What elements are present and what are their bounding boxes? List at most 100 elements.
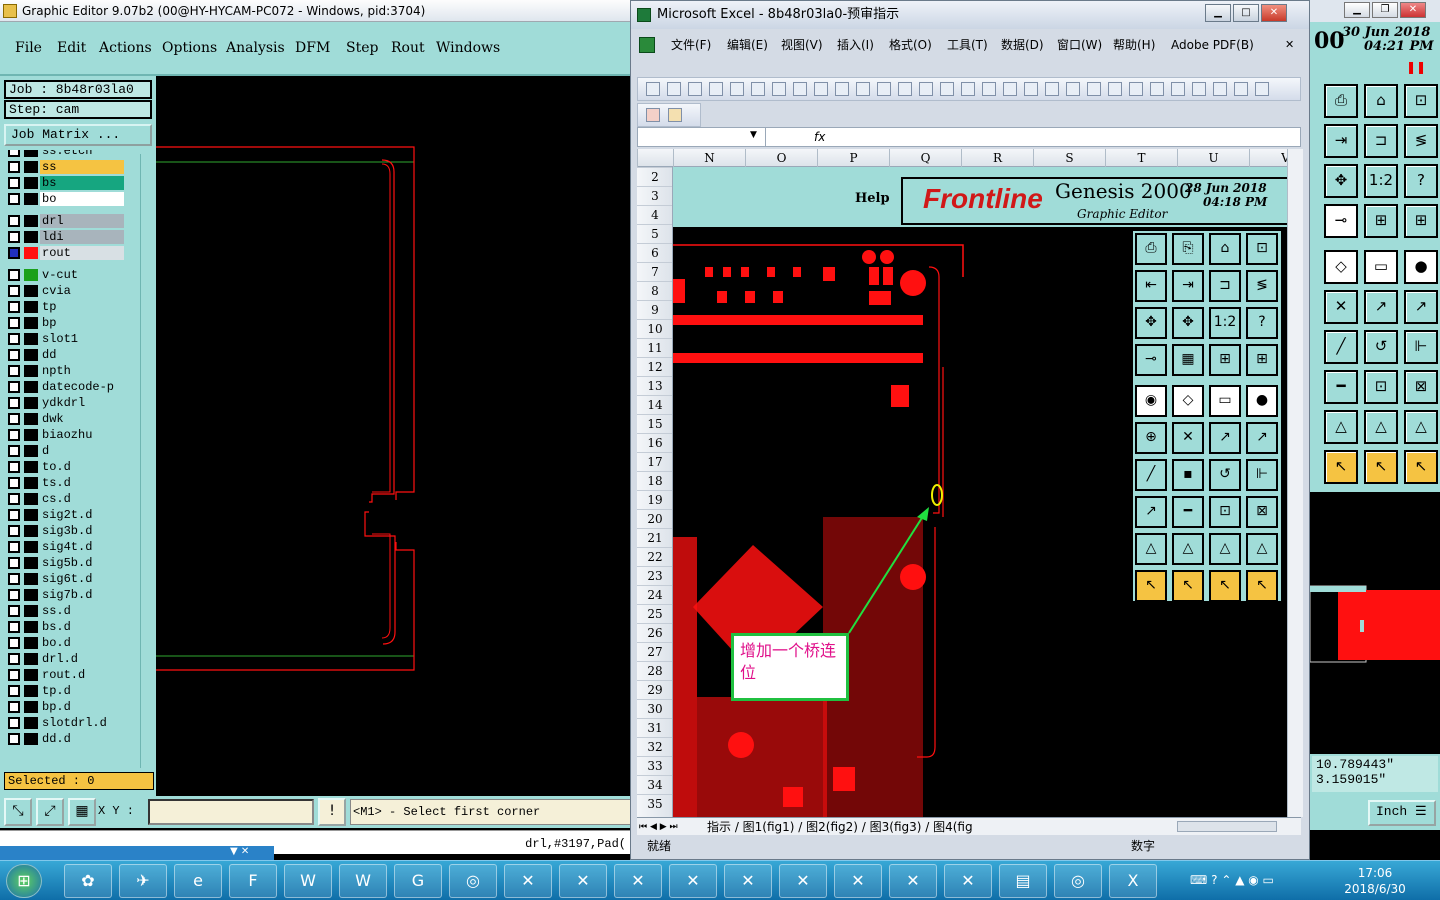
taskbar-app-button[interactable]: ✕ bbox=[669, 864, 717, 898]
layer-checkbox[interactable] bbox=[8, 685, 20, 697]
layer-checkbox[interactable] bbox=[8, 177, 20, 189]
tool-button[interactable]: ╱ bbox=[1324, 330, 1358, 364]
tool-button[interactable]: ↗ bbox=[1364, 290, 1398, 324]
layer-checkbox[interactable] bbox=[8, 669, 20, 681]
menu-insert-cn[interactable]: 插入(I) bbox=[837, 31, 874, 59]
toolbar-icon[interactable] bbox=[835, 82, 849, 96]
row-header[interactable]: 21 bbox=[637, 528, 672, 547]
layer-checkbox[interactable] bbox=[8, 701, 20, 713]
horizontal-scrollbar[interactable] bbox=[1177, 821, 1277, 832]
taskbar-app-button[interactable]: ✕ bbox=[834, 864, 882, 898]
layer-row[interactable]: ldi bbox=[4, 230, 124, 244]
excel-close-icon[interactable]: ✕ bbox=[1261, 4, 1287, 22]
layer-row[interactable]: sig6t.d bbox=[4, 572, 124, 586]
genesis-canvas[interactable] bbox=[156, 80, 630, 794]
toolbar-icon[interactable] bbox=[961, 82, 975, 96]
layer-checkbox[interactable] bbox=[8, 461, 20, 473]
layer-row[interactable]: dd.d bbox=[4, 732, 124, 746]
alert-button[interactable]: ! bbox=[318, 798, 346, 826]
floating-panel-strip[interactable]: ▼ ✕ bbox=[0, 846, 274, 860]
toolbar-icon[interactable] bbox=[1171, 82, 1185, 96]
toolbar-icon[interactable] bbox=[1003, 82, 1017, 96]
row-header[interactable]: 30 bbox=[637, 699, 672, 718]
toolbar-icon[interactable] bbox=[877, 82, 891, 96]
layer-checkbox[interactable] bbox=[8, 193, 20, 205]
tool-button[interactable]: ✕ bbox=[1324, 290, 1358, 324]
layer-checkbox[interactable] bbox=[8, 477, 20, 489]
toolbar-icon[interactable] bbox=[1129, 82, 1143, 96]
layer-checkbox[interactable] bbox=[8, 733, 20, 745]
tool-button[interactable]: △ bbox=[1404, 410, 1438, 444]
layer-checkbox[interactable] bbox=[8, 381, 20, 393]
taskbar-app-button[interactable]: e bbox=[174, 864, 222, 898]
tool-button[interactable]: ? bbox=[1404, 164, 1438, 198]
menu-edit-cn[interactable]: 编辑(E) bbox=[727, 31, 768, 59]
row-header[interactable]: 23 bbox=[637, 566, 672, 585]
menu-adobe-pdf[interactable]: Adobe PDF(B) bbox=[1171, 31, 1254, 59]
layer-row[interactable]: v-cut bbox=[4, 268, 124, 282]
fx-icon[interactable]: fx bbox=[814, 128, 825, 146]
tool-button[interactable]: ⊩ bbox=[1404, 330, 1438, 364]
taskbar-app-button[interactable]: ✕ bbox=[724, 864, 772, 898]
row-header[interactable]: 28 bbox=[637, 661, 672, 680]
column-header[interactable]: N bbox=[673, 149, 745, 167]
zoom-area-button[interactable]: ⤡ bbox=[4, 798, 32, 826]
toolbar-icon[interactable] bbox=[856, 82, 870, 96]
toolbar-icon[interactable] bbox=[940, 82, 954, 96]
column-header[interactable]: U bbox=[1177, 149, 1249, 167]
toolbar-icon[interactable] bbox=[1234, 82, 1248, 96]
units-selector[interactable]: Inch ☰ bbox=[1368, 800, 1436, 826]
toolbar-icon[interactable] bbox=[646, 82, 660, 96]
toolbar-icon[interactable] bbox=[1192, 82, 1206, 96]
layer-row[interactable]: bp bbox=[4, 316, 124, 330]
taskbar-app-button[interactable]: G bbox=[394, 864, 442, 898]
layer-row[interactable]: tp bbox=[4, 300, 124, 314]
layer-row[interactable]: rout.d bbox=[4, 668, 124, 682]
column-header[interactable]: S bbox=[1033, 149, 1105, 167]
layer-row[interactable]: ss.etch bbox=[4, 150, 124, 158]
toolbar-icon[interactable] bbox=[667, 82, 681, 96]
job-matrix-button[interactable]: Job Matrix ... bbox=[4, 124, 152, 146]
row-header[interactable]: 8 bbox=[637, 281, 672, 300]
pdf-icon[interactable] bbox=[646, 108, 660, 122]
menu-format-cn[interactable]: 格式(O) bbox=[889, 31, 932, 59]
menu-file[interactable]: File bbox=[15, 40, 42, 56]
layer-row[interactable]: ts.d bbox=[4, 476, 124, 490]
menu-window-cn[interactable]: 窗口(W) bbox=[1057, 31, 1102, 59]
excel-minimize-icon[interactable]: ▁ bbox=[1205, 4, 1231, 22]
layer-checkbox[interactable] bbox=[8, 621, 20, 633]
select-all-corner[interactable] bbox=[637, 149, 673, 167]
row-header[interactable]: 4 bbox=[637, 205, 672, 224]
row-header[interactable]: 20 bbox=[637, 509, 672, 528]
layer-checkbox[interactable] bbox=[8, 429, 20, 441]
layer-row[interactable]: drl.d bbox=[4, 652, 124, 666]
tool-button[interactable]: ⊞ bbox=[1364, 204, 1398, 238]
tool-button[interactable]: ⊡ bbox=[1404, 84, 1438, 118]
excel-vertical-scrollbar[interactable] bbox=[1287, 149, 1303, 817]
layer-checkbox[interactable] bbox=[8, 301, 20, 313]
layer-row[interactable]: cs.d bbox=[4, 492, 124, 506]
tool-button[interactable]: ↖ bbox=[1364, 450, 1398, 484]
tool-button[interactable]: ↗ bbox=[1404, 290, 1438, 324]
row-header[interactable]: 13 bbox=[637, 376, 672, 395]
row-header[interactable]: 27 bbox=[637, 642, 672, 661]
tool-button[interactable]: ━ bbox=[1324, 370, 1358, 404]
layer-row[interactable]: sig7b.d bbox=[4, 588, 124, 602]
toolbar-icon[interactable] bbox=[982, 82, 996, 96]
row-header[interactable]: 34 bbox=[637, 775, 672, 794]
tool-button[interactable]: 1:2 bbox=[1364, 164, 1398, 198]
layer-row[interactable]: bs bbox=[4, 176, 124, 190]
layer-row[interactable]: ydkdrl bbox=[4, 396, 124, 410]
tool-button[interactable]: ⊡ bbox=[1364, 370, 1398, 404]
layer-checkbox[interactable] bbox=[8, 247, 20, 259]
layer-scrollbar[interactable] bbox=[140, 154, 152, 768]
tool-button[interactable]: ≶ bbox=[1404, 124, 1438, 158]
tool-button[interactable]: ⊐ bbox=[1364, 124, 1398, 158]
layer-checkbox[interactable] bbox=[8, 397, 20, 409]
menu-file-cn[interactable]: 文件(F) bbox=[671, 31, 711, 59]
row-header[interactable]: 33 bbox=[637, 756, 672, 775]
tool-button[interactable]: ↺ bbox=[1364, 330, 1398, 364]
row-header[interactable]: 19 bbox=[637, 490, 672, 509]
column-header[interactable]: Q bbox=[889, 149, 961, 167]
mini-view[interactable] bbox=[1309, 492, 1440, 754]
